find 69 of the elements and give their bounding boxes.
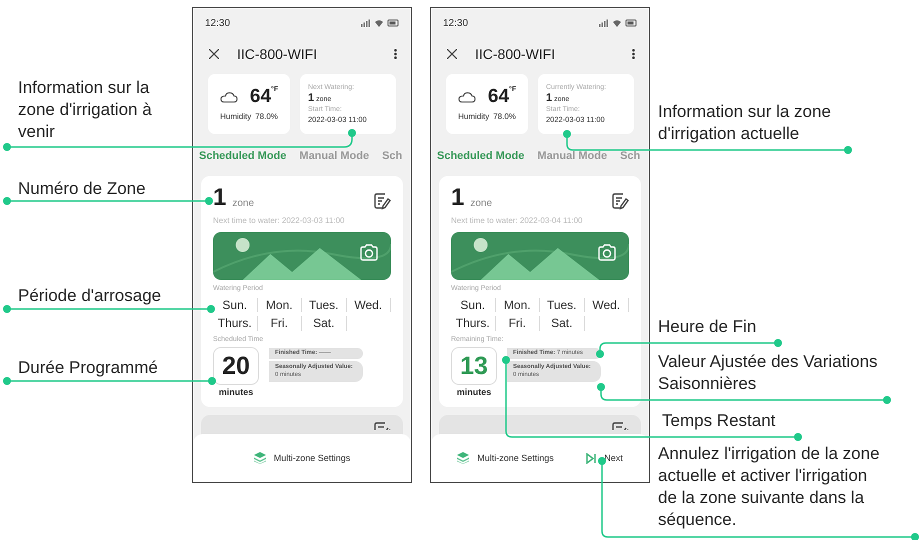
mode-tab[interactable]: Manual Mode [537, 147, 608, 165]
edit-icon[interactable] [611, 192, 629, 210]
minutes-unit: minutes [456, 387, 492, 399]
mode-tab[interactable]: Sch [620, 147, 640, 165]
info-zone-number: 1 [308, 92, 314, 106]
mode-tab[interactable]: Scheduled Mode [199, 147, 286, 165]
weekday: Wed. [584, 298, 629, 312]
annotation-text: Information sur la zone d'irrigation à venir [18, 77, 153, 144]
mode-tab[interactable]: Sch [382, 147, 402, 165]
status-icons [361, 19, 399, 27]
skip-next-icon [586, 452, 596, 464]
layers-icon [254, 452, 266, 464]
zone-unit: zone [232, 198, 254, 210]
mode-tab[interactable]: Manual Mode [299, 147, 370, 165]
weekday: Thurs. [213, 316, 258, 331]
more-icon[interactable] [394, 49, 397, 59]
weekday: Mon. [496, 298, 540, 312]
device-title: IIC-800-WIFI [475, 46, 556, 62]
cloud-icon [220, 92, 238, 102]
humidity-value: 78.0% [493, 112, 516, 122]
annotation-text: Période d'arrosage [18, 285, 162, 307]
humidity-label: Humidity [220, 112, 252, 122]
next-button[interactable]: Next [584, 450, 625, 466]
minutes-display: 13 [451, 347, 497, 386]
more-icon[interactable] [632, 49, 635, 59]
cloud-icon [458, 92, 476, 102]
temperature: 64$^{°F}$ [488, 86, 516, 108]
humidity-value: 78.0% [255, 112, 278, 122]
weekday: Sat. [302, 316, 346, 331]
next-water-time: Next time to water: 2022-03-04 11:00 [451, 216, 584, 226]
status-icons [599, 19, 637, 27]
annotation-text: Valeur Ajustée des Variations Saisonnières [658, 351, 879, 396]
mode-tab[interactable]: Scheduled Mode [437, 147, 524, 165]
weekday: Tues. [302, 298, 346, 312]
annotation-text: Information sur la zone d'irrigation actuelle [658, 101, 832, 146]
edit-icon[interactable] [373, 420, 391, 430]
zone-unit: zone [470, 198, 492, 210]
status-time: 12:30 [443, 18, 468, 28]
multi-zone-button[interactable]: Multi-zone Settings [252, 450, 352, 466]
info-zone-number: 1 [546, 92, 552, 106]
status-time: 12:30 [205, 18, 230, 28]
device-title: IIC-800-WIFI [237, 46, 318, 62]
zone-number: 1 [213, 186, 226, 210]
annotation-text: Annulez l'irrigation de la zone actuelle et activer l'irrigation de la zone suivante dans la séquence. [658, 443, 881, 532]
close-icon[interactable] [209, 49, 219, 59]
camera-icon[interactable] [359, 244, 379, 262]
layers-icon [457, 452, 470, 464]
weekday: Thurs. [451, 316, 496, 331]
weekday: Mon. [258, 298, 302, 312]
minutes-unit: minutes [218, 387, 254, 399]
zone-number: 1 [451, 186, 464, 210]
weekday: Wed. [346, 298, 391, 312]
weekday: Sat. [540, 316, 584, 331]
weekday: Sun. [451, 298, 496, 312]
annotation-text: Temps Restant [662, 410, 776, 432]
edit-icon[interactable] [611, 420, 629, 430]
annotation-text: Numéro de Zone [18, 178, 147, 200]
weekday: Tues. [540, 298, 584, 312]
weekday: Fri. [496, 316, 540, 331]
weekday: Fri. [258, 316, 302, 331]
humidity-label: Humidity [458, 112, 490, 122]
multi-zone-button[interactable]: Multi-zone Settings [455, 450, 556, 466]
close-icon[interactable] [447, 49, 457, 59]
next-water-time: Next time to water: 2022-03-03 11:00 [213, 216, 346, 226]
annotation-text: Heure de Fin [658, 316, 758, 338]
annotation-text: Durée Programmé [18, 357, 159, 379]
camera-icon[interactable] [597, 244, 617, 262]
temperature: 64$^{°F}$ [250, 86, 278, 108]
edit-icon[interactable] [373, 192, 391, 210]
